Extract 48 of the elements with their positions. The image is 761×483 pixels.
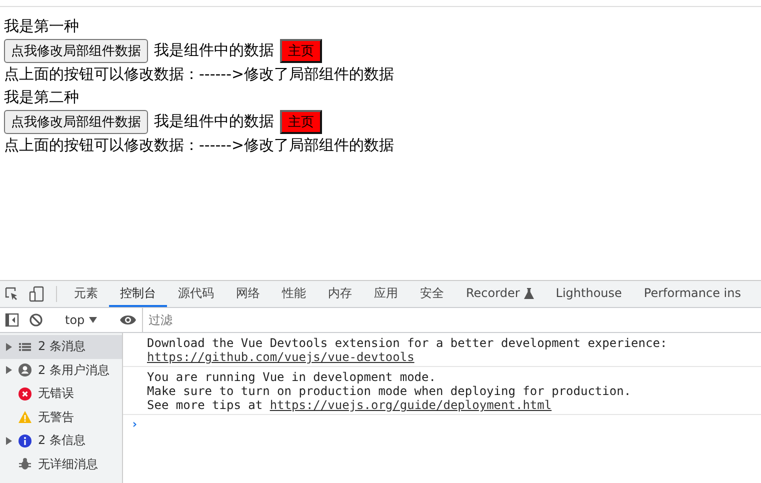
sidebar-item[interactable]: 无详细消息 <box>0 452 122 476</box>
section-title: 我是第一种 <box>4 16 80 37</box>
sidebar-item[interactable]: 无警告 <box>0 406 122 429</box>
warning-icon <box>18 410 32 424</box>
sidebar-item[interactable]: 无错误 <box>0 382 122 406</box>
message-text: Make sure to turn on production mode when deploying for production. <box>147 384 632 398</box>
inspect-icon[interactable] <box>5 287 19 301</box>
message-link[interactable]: https://vuejs.org/guide/deployment.html <box>270 398 552 412</box>
home-button[interactable]: 主页 <box>280 38 322 62</box>
message-text: See more tips at <box>147 398 264 412</box>
console-prompt[interactable]: › <box>123 415 761 433</box>
message-text: You are running Vue in development mode. <box>147 370 436 384</box>
devtools-tab[interactable]: Performance ins <box>632 281 752 307</box>
component-data-text: 我是组件中的数据 <box>154 41 274 60</box>
eye-icon[interactable] <box>118 314 137 326</box>
expand-arrow-icon[interactable] <box>6 342 12 351</box>
devtools-tab[interactable]: 网络 <box>225 281 271 307</box>
devtools-tab[interactable]: 源代码 <box>167 281 225 307</box>
info-icon <box>18 434 32 448</box>
sidebar-item[interactable]: 2 条消息 <box>0 335 122 358</box>
devtools-tab[interactable]: 性能 <box>271 281 317 307</box>
caret-icon[interactable] <box>88 317 97 323</box>
hint-text: 点上面的按钮可以修改数据：------>修改了局部组件的数据 <box>4 135 396 156</box>
sidebar-toggle-icon[interactable] <box>5 313 19 327</box>
home-button[interactable]: 主页 <box>280 110 322 134</box>
expand-arrow-icon[interactable] <box>6 436 12 445</box>
devtools-tab[interactable]: 元素 <box>63 281 109 307</box>
hint-text: 点上面的按钮可以修改数据：------>修改了局部组件的数据 <box>4 64 396 85</box>
context-dropdown[interactable]: top <box>61 313 101 327</box>
devtools-tab[interactable]: 应用 <box>363 281 409 307</box>
modify-data-button[interactable]: 点我修改局部组件数据 <box>4 38 148 62</box>
sidebar-item[interactable]: 2 条用户消息 <box>0 358 122 382</box>
error-icon <box>18 386 32 401</box>
clear-icon[interactable] <box>29 313 43 327</box>
modify-data-button[interactable]: 点我修改局部组件数据 <box>4 110 148 134</box>
section-title: 我是第二种 <box>4 87 80 108</box>
message-text: Download the Vue Devtools extension for a better development experience: <box>147 336 668 350</box>
bug-icon <box>18 457 32 472</box>
devtools-tab[interactable]: 内存 <box>317 281 363 307</box>
devtools-tab[interactable]: 安全 <box>409 281 455 307</box>
devtools-tab[interactable]: Lighthouse <box>544 281 633 307</box>
component-data-text: 我是组件中的数据 <box>154 112 274 131</box>
sidebar-item[interactable]: 2 条信息 <box>0 429 122 452</box>
device-icon[interactable] <box>29 286 45 302</box>
devtools-tab[interactable]: Recorder <box>455 281 545 307</box>
message-link[interactable]: https://github.com/vuejs/vue-devtools <box>147 350 414 364</box>
user-icon <box>18 363 32 378</box>
expand-arrow-icon[interactable] <box>6 366 12 374</box>
